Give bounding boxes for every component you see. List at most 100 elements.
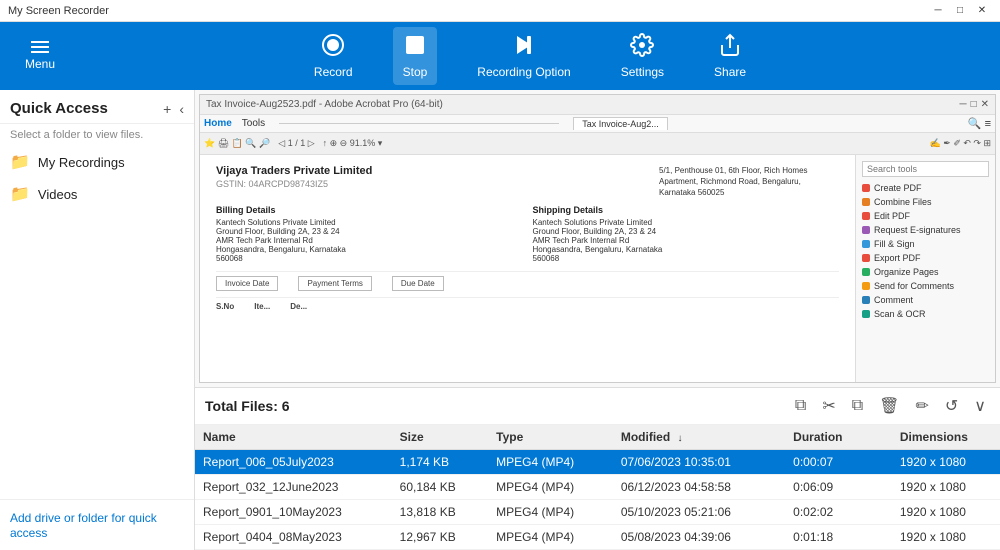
cut-button[interactable]: ✂ <box>818 394 839 418</box>
collapse-sidebar-icon[interactable]: ‹ <box>179 101 184 117</box>
file-size: 12,967 KB <box>392 525 489 550</box>
sidebar-item-my-recordings[interactable]: 📁 My Recordings <box>0 146 194 178</box>
pdf-tool-esign[interactable]: Request E-signatures <box>862 223 989 237</box>
menu-panel-icon[interactable]: ≡ <box>985 118 991 130</box>
pdf-tool-dot-comment-send <box>862 282 870 290</box>
maximize-button[interactable]: □ <box>950 3 970 19</box>
preview-home-tab[interactable]: Home <box>204 118 232 129</box>
pdf-tool-edit[interactable]: Edit PDF <box>862 209 989 223</box>
sidebar: Quick Access + ‹ Select a folder to view… <box>0 90 195 550</box>
minimize-button[interactable]: ─ <box>928 3 948 19</box>
col-header-modified[interactable]: Modified ↓ <box>613 425 785 450</box>
pdf-col-item: Ite... <box>254 302 270 311</box>
col-header-size[interactable]: Size <box>392 425 489 450</box>
add-drive-link[interactable]: Add drive or folder for quick access <box>10 511 157 540</box>
pdf-col-sno: S.No <box>216 302 234 311</box>
settings-button[interactable]: Settings <box>611 27 674 85</box>
close-button[interactable]: ✕ <box>972 3 992 19</box>
preview-window-titlebar: Tax Invoice-Aug2523.pdf - Adobe Acrobat … <box>200 95 995 115</box>
settings-icon <box>630 33 654 61</box>
pdf-tool-dot-combine <box>862 198 870 206</box>
preview-min-btn[interactable]: ─ <box>959 99 966 110</box>
file-duration: 0:02:02 <box>785 500 892 525</box>
share-icon <box>718 33 742 61</box>
pdf-tools-search[interactable] <box>862 161 989 177</box>
menu-button[interactable]: Menu <box>10 26 70 86</box>
main-layout: Quick Access + ‹ Select a folder to view… <box>0 90 1000 550</box>
file-duration: 0:01:18 <box>785 525 892 550</box>
table-row[interactable]: Report_032_12June2023 60,184 KB MPEG4 (M… <box>195 475 1000 500</box>
preview-close-btn[interactable]: ✕ <box>981 99 989 110</box>
refresh-button[interactable]: ↺ <box>941 394 962 418</box>
preview-tab-label[interactable]: Tax Invoice-Aug2... <box>573 117 668 130</box>
sidebar-footer: Add drive or folder for quick access <box>0 499 194 550</box>
pdf-tool-label-fillsign: Fill & Sign <box>874 239 915 249</box>
pdf-tool-dot-organize <box>862 268 870 276</box>
share-label: Share <box>714 65 746 79</box>
file-list-area: Total Files: 6 ⧉ ✂ ⧉ 🗑 ✏ ↺ ∨ Name Size T… <box>195 387 1000 550</box>
pdf-tool-fillsign[interactable]: Fill & Sign <box>862 237 989 251</box>
preview-pdf-toolbar: ⭐ 🖨 📋 🔍 🔎 ◁ 1 / 1 ▷ ↑ ⊕ ⊖ 91.1% ▾ ✍ ✒ ✐ … <box>200 133 995 155</box>
rename-button[interactable]: ✏ <box>911 394 932 418</box>
more-button[interactable]: ∨ <box>970 394 990 418</box>
menu-label: Menu <box>25 57 55 71</box>
col-header-name[interactable]: Name <box>195 425 392 450</box>
col-header-dimensions[interactable]: Dimensions <box>892 425 1000 450</box>
pdf-tool-comment-send[interactable]: Send for Comments <box>862 279 989 293</box>
preview-tools-tab[interactable]: Tools <box>242 118 265 129</box>
stop-button[interactable]: Stop <box>393 27 438 85</box>
sidebar-title: Quick Access <box>10 100 163 117</box>
table-row[interactable]: Report_0404_08May2023 12,967 KB MPEG4 (M… <box>195 525 1000 550</box>
pdf-right-panel: Create PDF Combine Files Edit PDF R <box>855 155 995 382</box>
file-list-header: Total Files: 6 ⧉ ✂ ⧉ 🗑 ✏ ↺ ∨ <box>195 388 1000 425</box>
preview-max-btn[interactable]: □ <box>971 99 977 110</box>
table-row[interactable]: Report_0901_10May2023 13,818 KB MPEG4 (M… <box>195 500 1000 525</box>
toolbar-actions: Record Stop Recording Option Settings Sh… <box>70 27 990 85</box>
delete-button[interactable]: 🗑 <box>875 394 903 418</box>
pdf-tool-export[interactable]: Export PDF <box>862 251 989 265</box>
pdf-tool-organize[interactable]: Organize Pages <box>862 265 989 279</box>
file-table: Name Size Type Modified ↓ Duration Dimen… <box>195 425 1000 550</box>
sidebar-icons: + ‹ <box>163 101 184 117</box>
col-header-duration[interactable]: Duration <box>785 425 892 450</box>
record-button[interactable]: Record <box>304 27 363 85</box>
stop-icon <box>403 33 427 61</box>
file-type: MPEG4 (MP4) <box>488 475 613 500</box>
share-button[interactable]: Share <box>704 27 756 85</box>
media-controls-bar: ⊞ 0:00:00 0:00:07 🔊 ⏮ ⏵ ⏭ <box>200 382 995 383</box>
pdf-tool-label-organize: Organize Pages <box>874 267 939 277</box>
hamburger-icon <box>31 41 49 53</box>
folder-icon-blue: 📁 <box>10 184 30 204</box>
pdf-cursor-icons: ↑ ⊕ ⊖ 91.1% ▾ <box>323 138 383 149</box>
sidebar-item-videos[interactable]: 📁 Videos <box>0 178 194 210</box>
pdf-tool-label-comment: Comment <box>874 295 913 305</box>
file-modified: 05/08/2023 04:39:06 <box>613 525 785 550</box>
pdf-tool-combine[interactable]: Combine Files <box>862 195 989 209</box>
file-duration: 0:06:09 <box>785 475 892 500</box>
col-header-type[interactable]: Type <box>488 425 613 450</box>
file-dimensions: 1920 x 1080 <box>892 500 1000 525</box>
pdf-gstin: GSTIN: 04ARCPD98743IZ5 <box>216 179 372 189</box>
pdf-tool-comment[interactable]: Comment <box>862 293 989 307</box>
file-type: MPEG4 (MP4) <box>488 450 613 475</box>
pdf-col-desc: De... <box>290 302 307 311</box>
sidebar-item-label-videos: Videos <box>38 187 78 202</box>
recording-option-icon <box>512 33 536 61</box>
pdf-tool-create[interactable]: Create PDF <box>862 181 989 195</box>
add-folder-icon[interactable]: + <box>163 101 171 117</box>
pdf-page-nav: ◁ 1 / 1 ▷ <box>278 138 314 149</box>
pdf-tool-scan[interactable]: Scan & OCR <box>862 307 989 321</box>
recording-option-button[interactable]: Recording Option <box>467 27 580 85</box>
file-type: MPEG4 (MP4) <box>488 525 613 550</box>
pdf-table-cols: S.No Ite... De... <box>216 302 839 311</box>
preview-window: Tax Invoice-Aug2523.pdf - Adobe Acrobat … <box>199 94 996 383</box>
table-row[interactable]: Report_006_05July2023 1,174 KB MPEG4 (MP… <box>195 450 1000 475</box>
folder-icon-yellow: 📁 <box>10 152 30 172</box>
pdf-right-tools: ✍ ✒ ✐ ↶ ↷ ⊞ <box>930 138 991 149</box>
copy-button[interactable]: ⧉ <box>848 395 867 417</box>
copy-path-button[interactable]: ⧉ <box>791 395 810 417</box>
pdf-tool-dot-comment <box>862 296 870 304</box>
file-name: Report_0901_10May2023 <box>195 500 392 525</box>
pdf-tool-dot-export <box>862 254 870 262</box>
search-panel-icon[interactable]: 🔍 <box>968 117 982 130</box>
